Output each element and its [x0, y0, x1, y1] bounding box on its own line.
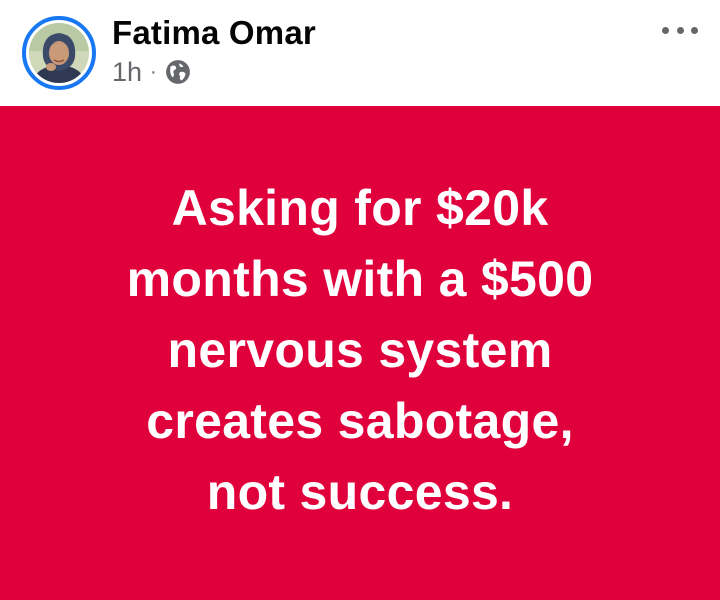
- meta-separator: ·: [150, 61, 157, 83]
- post-meta: 1h ·: [112, 57, 191, 88]
- globe-icon[interactable]: [165, 59, 191, 85]
- avatar[interactable]: [22, 16, 96, 90]
- author-name[interactable]: Fatima Omar: [112, 14, 316, 52]
- post-text-line: months with a $500: [126, 250, 594, 307]
- more-dot-icon: [676, 26, 684, 34]
- more-options-button[interactable]: [662, 18, 698, 42]
- post-text-line: Asking for $20k: [171, 179, 549, 236]
- post-header: Fatima Omar 1h ·: [0, 0, 720, 106]
- more-dot-icon: [662, 26, 669, 34]
- more-dot-icon: [691, 26, 698, 34]
- post-text-line: creates sabotage,: [146, 392, 574, 449]
- post-background: Asking for $20k months with a $500 nervo…: [0, 106, 720, 600]
- post-text: Asking for $20k months with a $500 nervo…: [40, 173, 680, 528]
- post-text-line: not success.: [206, 463, 514, 520]
- post-text-line: nervous system: [167, 321, 553, 378]
- post-card: Fatima Omar 1h · Asking for $20k months …: [0, 0, 720, 600]
- profile-photo-icon: [29, 23, 89, 83]
- post-timestamp[interactable]: 1h: [112, 57, 142, 88]
